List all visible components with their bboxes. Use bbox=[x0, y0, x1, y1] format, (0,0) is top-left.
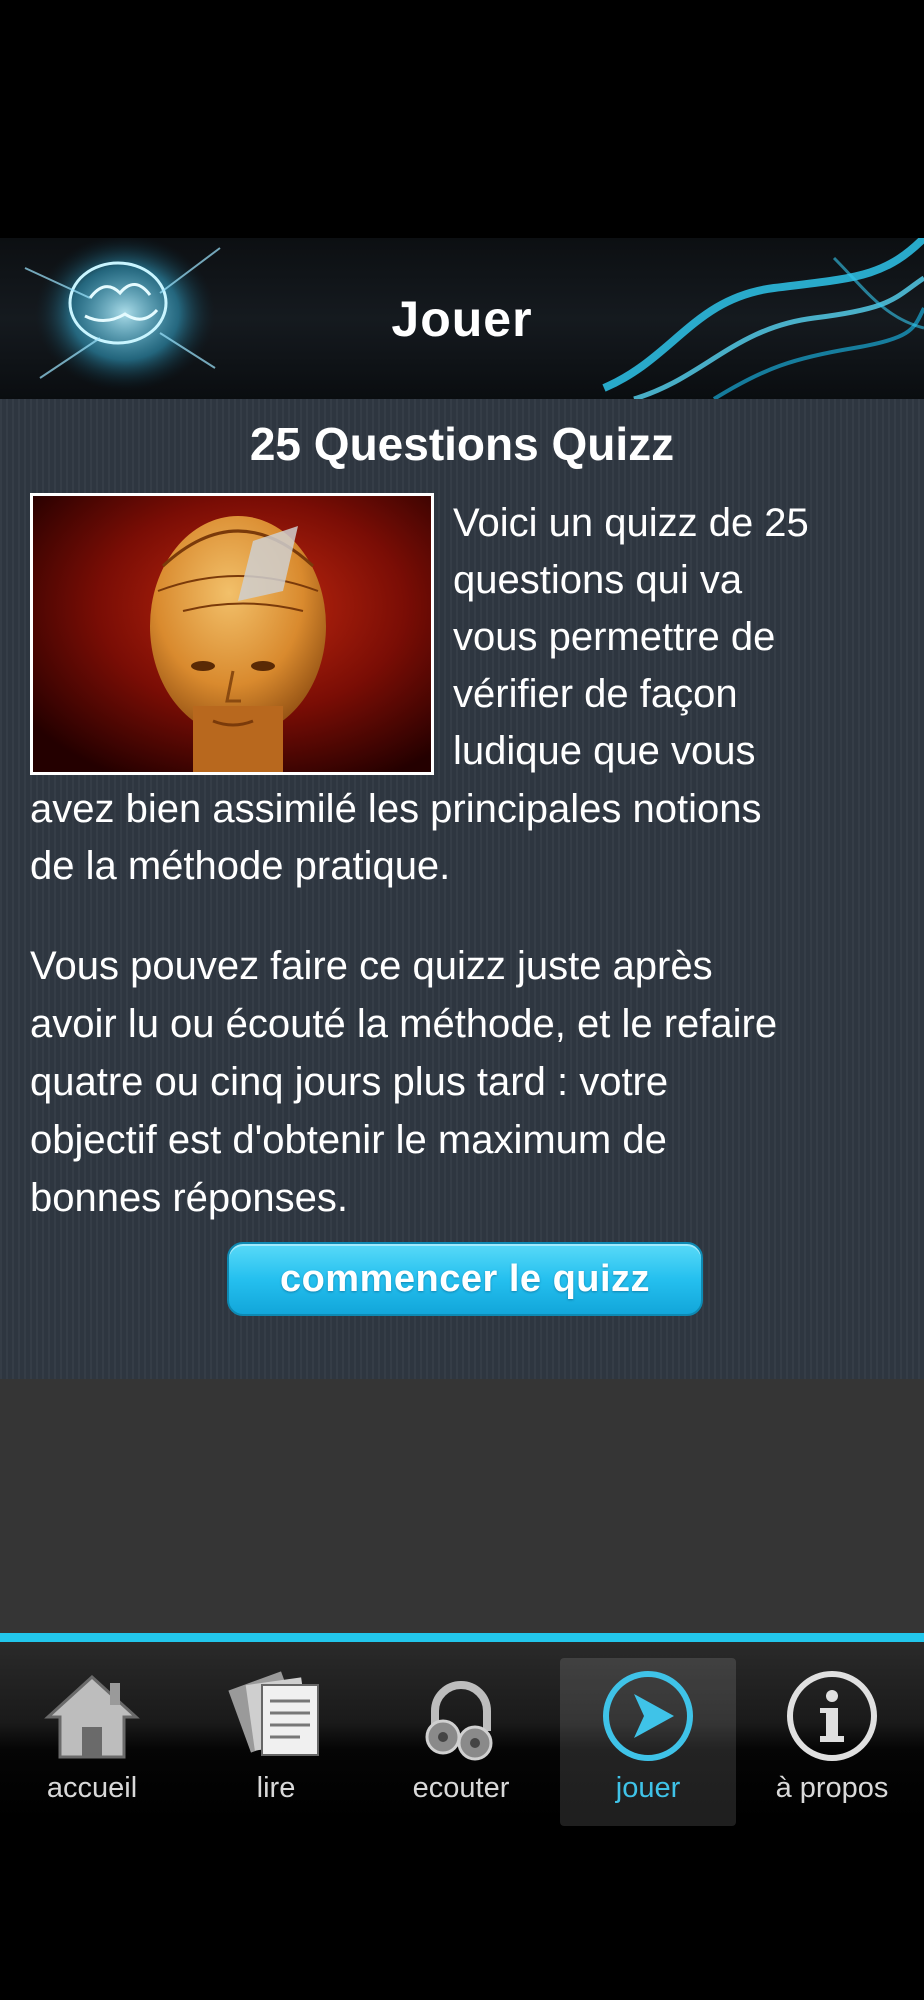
intro-line: questions qui va bbox=[453, 558, 743, 602]
tab-label: lire bbox=[256, 1772, 296, 1804]
tab-bar: accueil lire ecouter jouer à propos bbox=[0, 1633, 924, 1826]
tab-a-propos[interactable]: à propos bbox=[744, 1658, 920, 1826]
tab-label: jouer bbox=[615, 1772, 681, 1804]
page-title: Jouer bbox=[391, 290, 533, 347]
description-line: quatre ou cinq jours plus tard : votre bbox=[30, 1060, 669, 1104]
intro-text: Voici un quizz de 25 questions qui va vo… bbox=[453, 495, 903, 780]
intro-line: Voici un quizz de 25 bbox=[453, 501, 809, 545]
tab-accueil[interactable]: accueil bbox=[4, 1658, 180, 1826]
empty-area bbox=[0, 1379, 924, 1633]
head-illustration-icon bbox=[33, 496, 431, 772]
home-icon bbox=[42, 1666, 142, 1766]
headphones-icon bbox=[411, 1666, 511, 1766]
play-icon bbox=[598, 1666, 698, 1766]
intro-line: vérifier de façon bbox=[453, 672, 738, 716]
description-line: objectif est d'obtenir le maximum de bbox=[30, 1118, 667, 1162]
papers-icon bbox=[226, 1666, 326, 1766]
description-line: avoir lu ou écouté la méthode, et le ref… bbox=[30, 1002, 778, 1046]
tab-label: accueil bbox=[46, 1772, 138, 1804]
quiz-title: 25 Questions Quizz bbox=[249, 418, 675, 470]
tab-jouer[interactable]: jouer bbox=[560, 1658, 736, 1826]
phrenology-head-image bbox=[30, 493, 434, 775]
quiz-panel: 25 Questions Quizz Voici un quizz de 25 … bbox=[0, 399, 924, 1379]
tab-lire[interactable]: lire bbox=[188, 1658, 364, 1826]
intro-line: ludique que vous bbox=[453, 729, 756, 773]
intro-line: de la méthode pratique. bbox=[30, 844, 451, 888]
start-quiz-button[interactable]: commencer le quizz bbox=[227, 1242, 703, 1316]
intro-line: vous permettre de bbox=[453, 615, 776, 659]
description-line: Vous pouvez faire ce quizz juste après bbox=[30, 944, 713, 988]
intro-line: avez bien assimilé les principales notio… bbox=[30, 787, 762, 831]
tab-label: ecouter bbox=[412, 1772, 510, 1804]
tab-label: à propos bbox=[775, 1772, 889, 1804]
tab-ecouter[interactable]: ecouter bbox=[373, 1658, 549, 1826]
description-line: bonnes réponses. bbox=[30, 1176, 349, 1220]
header-bar: Jouer bbox=[0, 238, 924, 399]
intro-text-continued: avez bien assimilé les principales notio… bbox=[30, 781, 900, 895]
description-text: Vous pouvez faire ce quizz juste après a… bbox=[30, 937, 900, 1227]
info-icon bbox=[782, 1666, 882, 1766]
